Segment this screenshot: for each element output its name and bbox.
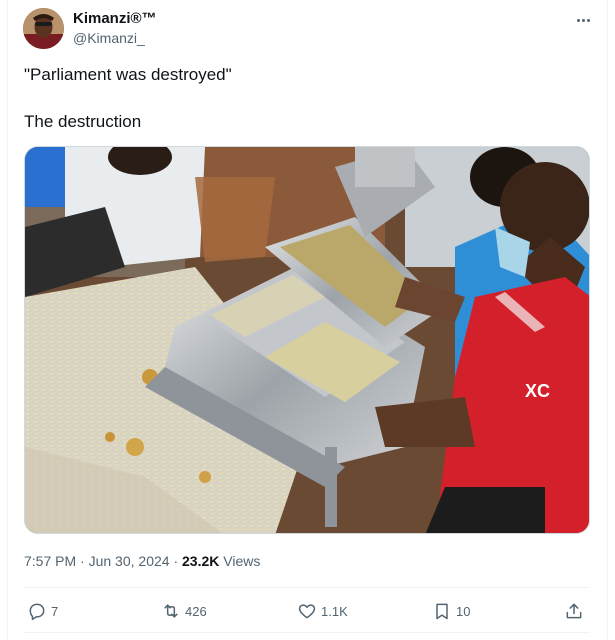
buffet-photo: XC [25,147,589,533]
shirt-logo-text: XC [525,381,550,401]
avatar[interactable] [23,8,64,49]
meta-separator: · [76,553,89,569]
meta-separator: · [169,553,183,569]
like-count: 1.1K [321,603,348,619]
tweet-time[interactable]: 7:57 PM [24,553,76,569]
avatar-image [23,8,64,49]
tweet-meta: 7:57 PM · Jun 30, 2024 · 23.2K Views [24,552,260,570]
repost-count: 426 [185,603,207,619]
tweet-text-line-2: The destruction [24,112,142,131]
reply-icon [29,603,45,621]
heart-icon [298,604,316,619]
repost-button[interactable]: 426 [161,598,207,624]
bookmark-button[interactable]: 10 [432,598,470,624]
share-icon [566,603,582,619]
bookmark-count: 10 [456,603,471,619]
author-info: Kimanzi®™ @Kimanzi_ [73,10,157,48]
bookmark-icon [436,603,448,620]
like-button[interactable]: 1.1K [297,598,348,624]
action-bar: 7 426 1.1K 10 [24,598,590,624]
more-icon[interactable] [573,10,593,30]
display-name[interactable]: Kimanzi®™ [73,10,157,28]
repost-icon [164,604,178,618]
reply-count: 7 [51,603,59,619]
share-button[interactable] [564,598,584,624]
views-count: 23.2K [182,553,220,569]
divider [24,632,590,633]
tweet-text-line-1: "Parliament was destroyed" [24,65,232,84]
tweet-photo[interactable]: XC [24,146,590,534]
views-label: Views [219,553,261,569]
tweet-date[interactable]: Jun 30, 2024 [89,553,170,569]
author-handle[interactable]: @Kimanzi_ [73,28,157,48]
tweet-header: Kimanzi®™ @Kimanzi_ [23,8,593,50]
divider [24,587,590,588]
reply-button[interactable]: 7 [27,598,58,624]
